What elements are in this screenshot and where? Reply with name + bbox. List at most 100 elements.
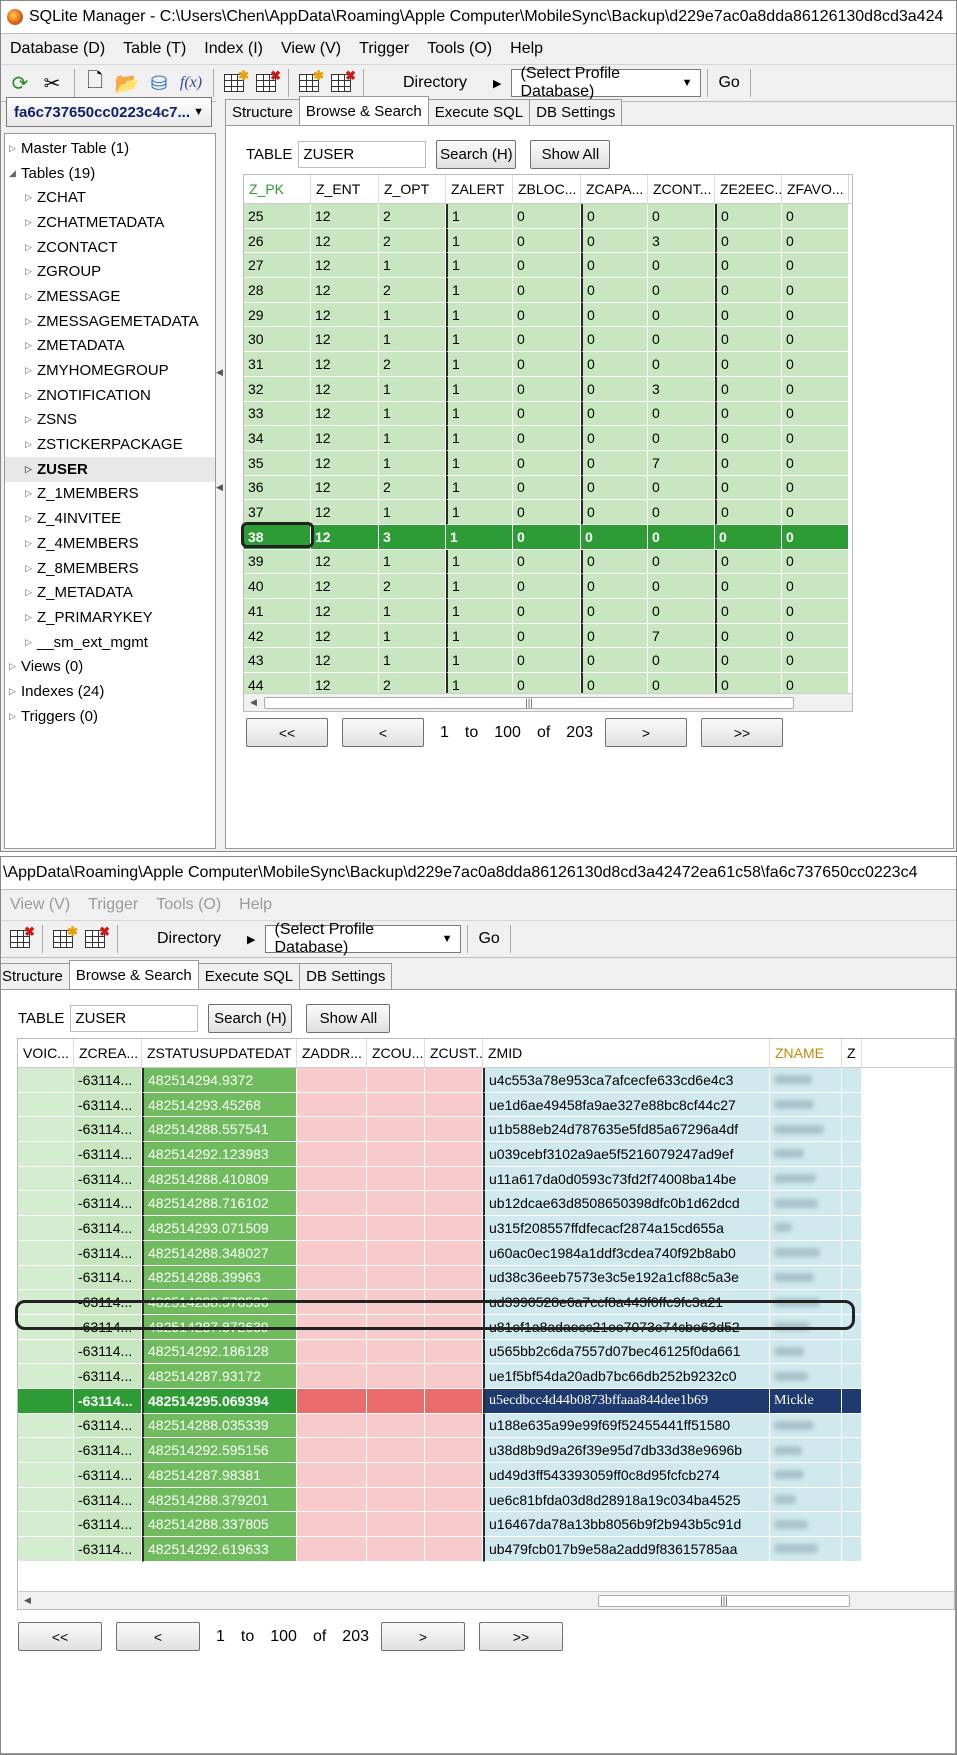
table-row[interactable]: -63114... 482514287.872639 u81ef1a8adaecc2… bbox=[18, 1314, 954, 1340]
next-page-button[interactable]: > bbox=[381, 1622, 465, 1651]
drop-index-icon[interactable]: ✖ bbox=[326, 68, 356, 98]
tree-item[interactable]: ▷ ZUSER bbox=[5, 456, 215, 482]
menu-table[interactable]: Table (T) bbox=[114, 40, 195, 58]
collapsed-triangle-icon[interactable]: ▷ bbox=[25, 365, 37, 376]
column-header[interactable]: ZCUST... bbox=[425, 1039, 483, 1067]
menu-help[interactable]: Help bbox=[230, 896, 281, 914]
table-row[interactable]: -63114... 482514288.716102 ub12dcae63d8508… bbox=[18, 1191, 954, 1217]
collapse-left-icon[interactable]: ◀ bbox=[216, 482, 223, 493]
collapsed-triangle-icon[interactable]: ▷ bbox=[25, 439, 37, 450]
horizontal-scrollbar[interactable]: ◀ ||| bbox=[18, 1591, 954, 1609]
table-row[interactable]: 38 12 3 1 0 0 0 0 0 bbox=[244, 524, 852, 550]
collapsed-triangle-icon[interactable]: ▷ bbox=[25, 488, 37, 499]
tree-item[interactable]: ▷ ZMESSAGE bbox=[5, 284, 215, 309]
table-row[interactable]: -63114... 482514288.557541 u1b588eb24d7876… bbox=[18, 1117, 954, 1143]
last-page-button[interactable]: >> bbox=[701, 718, 783, 747]
tab-structure[interactable]: Structure bbox=[1, 963, 70, 989]
collapsed-triangle-icon[interactable]: ▷ bbox=[25, 242, 37, 253]
column-header[interactable]: ZMID bbox=[483, 1039, 770, 1067]
create-table-icon[interactable]: ✱ bbox=[219, 68, 249, 98]
connect-database-icon[interactable]: ⛁ bbox=[144, 68, 174, 98]
column-header[interactable]: Z_OPT bbox=[379, 175, 446, 203]
tree-item[interactable]: ▷ Master Table (1) bbox=[5, 136, 215, 161]
tab-structure[interactable]: Structure bbox=[225, 99, 300, 125]
table-row[interactable]: 40 12 2 1 0 0 0 0 0 bbox=[244, 574, 852, 599]
collapsed-triangle-icon[interactable]: ▷ bbox=[25, 291, 37, 302]
column-header[interactable]: Z_PK bbox=[244, 175, 311, 203]
collapsed-triangle-icon[interactable]: ▷ bbox=[9, 686, 21, 697]
table-row[interactable]: -63114... 482514288.379201 ue6c81bfda03d8d… bbox=[18, 1487, 954, 1513]
table-row[interactable]: 43 12 1 1 0 0 0 0 0 bbox=[244, 648, 852, 674]
table-name-input[interactable]: ZUSER bbox=[298, 140, 427, 168]
tree-item[interactable]: ▷ Z_4MEMBERS bbox=[5, 531, 215, 556]
menu-tools[interactable]: Tools (O) bbox=[147, 896, 230, 914]
table-row[interactable]: 39 12 1 1 0 0 0 0 0 bbox=[244, 549, 852, 575]
go-button[interactable]: Go bbox=[707, 69, 751, 97]
scroll-left-icon[interactable]: ◀ bbox=[24, 1595, 31, 1606]
menu-help[interactable]: Help bbox=[501, 40, 552, 58]
table-row[interactable]: 34 12 1 1 0 0 0 0 0 bbox=[244, 426, 852, 451]
directory-arrow-icon[interactable]: ▶ bbox=[247, 933, 255, 946]
tree-item[interactable]: ▷ ZCONTACT bbox=[5, 235, 215, 260]
table-row[interactable]: 30 12 1 1 0 0 0 0 0 bbox=[244, 327, 852, 353]
database-select[interactable]: fa6c737650cc0223c4c7... ▼ bbox=[6, 97, 212, 127]
table-row[interactable]: 31 12 2 1 0 0 0 0 0 bbox=[244, 352, 852, 377]
column-header[interactable]: ZCOU... bbox=[367, 1039, 425, 1067]
tools-icon[interactable]: ✂ bbox=[37, 68, 67, 98]
collapsed-triangle-icon[interactable]: ▷ bbox=[25, 414, 37, 425]
prev-page-button[interactable]: < bbox=[342, 718, 424, 747]
column-header[interactable]: ZCONT... bbox=[648, 175, 715, 203]
collapsed-triangle-icon[interactable]: ▷ bbox=[25, 538, 37, 549]
collapsed-triangle-icon[interactable]: ▷ bbox=[9, 711, 21, 722]
tree-item[interactable]: ▷ ZCHATMETADATA bbox=[5, 210, 215, 235]
tree-item[interactable]: ▷ Z_METADATA bbox=[5, 580, 215, 605]
collapsed-triangle-icon[interactable]: ▷ bbox=[25, 464, 37, 475]
drop-index-icon[interactable]: ✖ bbox=[80, 924, 110, 954]
table-row[interactable]: -63114... 482514288.348027 u60ac0ec1984a1d… bbox=[18, 1240, 954, 1266]
column-header[interactable]: ZSTATUSUPDATEDAT bbox=[142, 1039, 297, 1067]
column-header[interactable]: ZBLOC... bbox=[513, 175, 581, 203]
table-row[interactable]: 41 12 1 1 0 0 0 0 0 bbox=[244, 599, 852, 624]
table-row[interactable]: 37 12 1 1 0 0 0 0 0 bbox=[244, 500, 852, 525]
table-row[interactable]: 28 12 2 1 0 0 0 0 0 bbox=[244, 278, 852, 303]
collapsed-triangle-icon[interactable]: ▷ bbox=[25, 192, 37, 203]
tree-item[interactable]: ▷ ZMESSAGEMETADATA bbox=[5, 309, 215, 334]
table-row[interactable]: -63114... 482514287.93172 ue1f5bf54da20adb… bbox=[18, 1364, 954, 1389]
table-row[interactable]: 33 12 1 1 0 0 0 0 0 bbox=[244, 401, 852, 427]
table-row[interactable]: -63114... 482514288.578596 ud3990528e6a7cc… bbox=[18, 1290, 954, 1315]
collapsed-triangle-icon[interactable]: ▷ bbox=[25, 340, 37, 351]
menu-trigger[interactable]: Trigger bbox=[79, 896, 147, 914]
tree-item[interactable]: ▷ Z_4INVITEE bbox=[5, 506, 215, 531]
table-row[interactable]: -63114... 482514292.186128 u565bb2c6da7557… bbox=[18, 1339, 954, 1365]
profile-database-select[interactable]: (Select Profile Database) ▼ bbox=[265, 921, 462, 956]
column-header[interactable]: ZCREA... bbox=[74, 1039, 142, 1067]
table-row[interactable]: -63114... 482514288.337805 u16467da78a13bb… bbox=[18, 1512, 954, 1538]
table-name-input[interactable]: ZUSER bbox=[70, 1004, 199, 1032]
last-page-button[interactable]: >> bbox=[479, 1622, 563, 1651]
prev-page-button[interactable]: < bbox=[116, 1622, 200, 1651]
table-row[interactable]: 25 12 2 1 0 0 0 0 0 bbox=[244, 204, 852, 229]
expanded-triangle-icon[interactable]: ◢ bbox=[9, 168, 21, 179]
table-row[interactable]: 36 12 2 1 0 0 0 0 0 bbox=[244, 475, 852, 501]
tab-execute-sql[interactable]: Execute SQL bbox=[427, 99, 531, 125]
collapsed-triangle-icon[interactable]: ▷ bbox=[25, 316, 37, 327]
drop-table-icon[interactable]: ✖ bbox=[251, 68, 281, 98]
table-row[interactable]: 27 12 1 1 0 0 0 0 0 bbox=[244, 253, 852, 279]
tree-item[interactable]: ◢ Tables (19) bbox=[5, 161, 215, 186]
table-row[interactable]: 26 12 2 1 0 0 3 0 0 bbox=[244, 228, 852, 254]
directory-arrow-icon[interactable]: ▶ bbox=[493, 77, 501, 90]
open-database-icon[interactable]: 📂 bbox=[112, 68, 142, 98]
go-button[interactable]: Go bbox=[467, 925, 511, 953]
table-row[interactable]: -63114... 482514294.9372 u4c553a78e953ca7a… bbox=[18, 1068, 954, 1093]
table-row[interactable]: -63114... 482514288.39963 ud38c36eeb7573e3… bbox=[18, 1265, 954, 1291]
column-header[interactable]: Z_ENT bbox=[311, 175, 379, 203]
collapsed-triangle-icon[interactable]: ▷ bbox=[25, 637, 37, 648]
create-index-icon[interactable]: ✱ bbox=[48, 924, 78, 954]
table-row[interactable]: -63114... 482514295.069394 u5ecdbcc4d44b08… bbox=[18, 1388, 954, 1414]
pane-splitter[interactable]: ◀ ◀ bbox=[216, 97, 225, 849]
tree-item[interactable]: ▷ ZMETADATA bbox=[5, 334, 215, 359]
menu-index[interactable]: Index (I) bbox=[195, 40, 272, 58]
tree-item[interactable]: ▷ ZGROUP bbox=[5, 259, 215, 284]
tree-item[interactable]: ▷ ZSTICKERPACKAGE bbox=[5, 432, 215, 457]
tree-item[interactable]: ▷ Views (0) bbox=[5, 654, 215, 679]
